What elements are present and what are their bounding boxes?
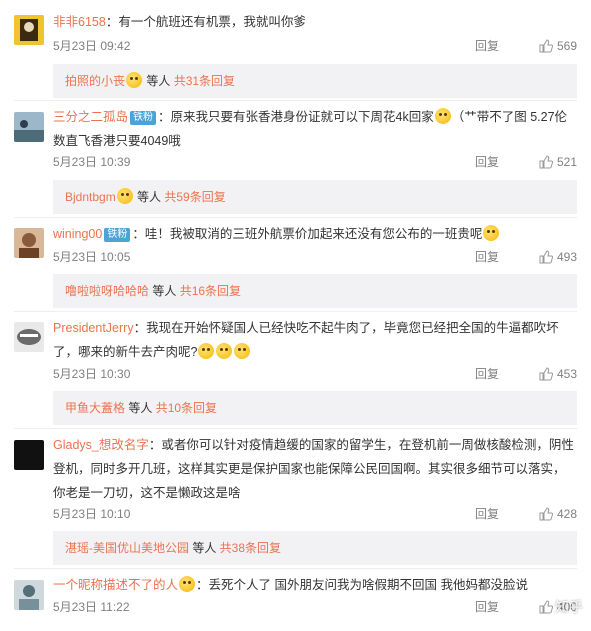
sub-reply-user[interactable]: 噜啦啦呀哈哈哈 [65,284,149,298]
sub-reply-count[interactable]: 共31条回复 [174,74,235,88]
like-count: 569 [556,39,577,53]
like-count: 493 [556,250,577,264]
avatar[interactable] [14,322,44,352]
username-link[interactable]: 非非6158 [53,15,106,29]
comment-meta: 5月23日 10:39 回复 521 [53,152,577,172]
fan-badge: 铁粉 [104,228,131,242]
avatar[interactable] [14,580,44,610]
divider [14,568,577,569]
avatar[interactable] [14,228,44,258]
like-button[interactable]: 569 [539,36,577,56]
thumbs-up-icon [539,367,554,381]
comment-meta: 5月23日 09:42 回复 569 [53,36,577,56]
comment-text: 非非6158：有一个航班还有机票，我就叫你爹 [53,15,306,29]
sub-reply-user[interactable]: 湛瑶-美国优山美地公园 [65,541,189,555]
sub-reply-user[interactable]: Bjdntbgm [65,190,116,204]
divider [14,428,577,429]
username-link[interactable]: 一个昵称描述不了的人 [53,578,178,592]
comment-meta: 5月23日 11:22 回复 400 [53,597,577,617]
thumbs-up-icon [539,155,554,169]
comment-text: 一个昵称描述不了的人 ：丢死个人了 国外朋友问我为啥假期不回国 我他妈都没脸说 [53,576,528,592]
comment-meta: 5月23日 10:05 回复 493 [53,247,577,267]
divider [14,311,577,312]
sub-replies-box[interactable]: Bjdntbgm 等人 共59条回复 [53,180,577,214]
sub-reply-user[interactable]: 拍照的小丧 [65,74,125,88]
comment-text: 三分之二孤岛 铁粉 ：原来我只要有张香港身份证就可以下周花4k回家 （艹带不了图 5.… [53,108,568,148]
comment-date: 5月23日 10:10 [53,507,131,521]
emoji-icon [216,343,233,359]
comment-text: Gladys_想改名字：或者你可以针对疫情趋缓的国家的留学生，在登机前一周做核酸… [53,438,574,500]
comment-date: 5月23日 10:30 [53,367,131,381]
sub-reply-count[interactable]: 共16条回复 [180,284,241,298]
comment-text: wining00 铁粉 ：哇！我被取消的三班外航票价加起来还没有您公布的一班贵呢 [53,222,577,246]
username-link[interactable]: wining00 [53,227,102,241]
avatar[interactable] [14,440,44,470]
emoji-icon [179,576,196,592]
sub-replies-box[interactable]: 噜啦啦呀哈哈哈 等人 共16条回复 [53,274,577,308]
comment-date: 5月23日 09:42 [53,39,131,53]
emoji-icon [116,188,133,204]
comment-text: PresidentJerry：我现在开始怀疑国人已经快吃不起牛肉了，毕竟您已经把… [53,321,559,359]
avatar[interactable] [14,15,44,45]
username-link[interactable]: Gladys_想改名字 [53,438,149,452]
sub-reply-count[interactable]: 共10条回复 [156,401,217,415]
comment-meta: 5月23日 10:30 回复 453 [53,364,577,384]
sub-replies-box[interactable]: 湛瑶-美国优山美地公园 等人 共38条回复 [53,531,577,565]
emoji-icon [434,108,451,124]
fan-badge: 铁粉 [130,111,157,125]
reply-button[interactable]: 回复 [475,364,499,384]
comment-date: 5月23日 11:22 [53,600,130,614]
emoji-icon [126,72,143,88]
comment-date: 5月23日 10:05 [53,250,131,264]
sub-reply-user[interactable]: 甲鱼大蓋格 [65,401,125,415]
divider [14,100,577,101]
sub-replies-box[interactable]: 甲鱼大蓋格 等人 共10条回复 [53,391,577,425]
sub-replies-box[interactable]: 拍照的小丧 等人 共31条回复 [53,64,577,98]
thumbs-up-icon [539,600,554,614]
reply-button[interactable]: 回复 [475,597,499,617]
reply-button[interactable]: 回复 [475,504,499,524]
username-link[interactable]: 三分之二孤岛 [53,110,128,124]
reply-button[interactable]: 回复 [475,247,499,267]
emoji-icon [483,225,500,241]
like-count: 521 [556,155,577,169]
like-button[interactable]: 493 [539,247,577,267]
avatar[interactable] [14,112,44,142]
divider [14,217,577,218]
emoji-icon [234,343,251,359]
thumbs-up-icon [539,507,554,521]
thumbs-up-icon [539,39,554,53]
thumbs-up-icon [539,250,554,264]
like-count: 428 [556,507,577,521]
sub-reply-count[interactable]: 共38条回复 [220,541,281,555]
sub-reply-count[interactable]: 共59条回复 [164,190,225,204]
like-button[interactable]: 521 [539,152,577,172]
emoji-icon [198,343,215,359]
like-button[interactable]: 453 [539,364,577,384]
reply-button[interactable]: 回复 [475,36,499,56]
like-button[interactable]: 428 [539,504,577,524]
comment-meta: 5月23日 10:10 回复 428 [53,504,577,524]
username-link[interactable]: PresidentJerry [53,321,134,335]
watermark: 知乎 [555,599,583,615]
like-count: 453 [556,367,577,381]
comment-date: 5月23日 10:39 [53,155,131,169]
reply-button[interactable]: 回复 [475,152,499,172]
